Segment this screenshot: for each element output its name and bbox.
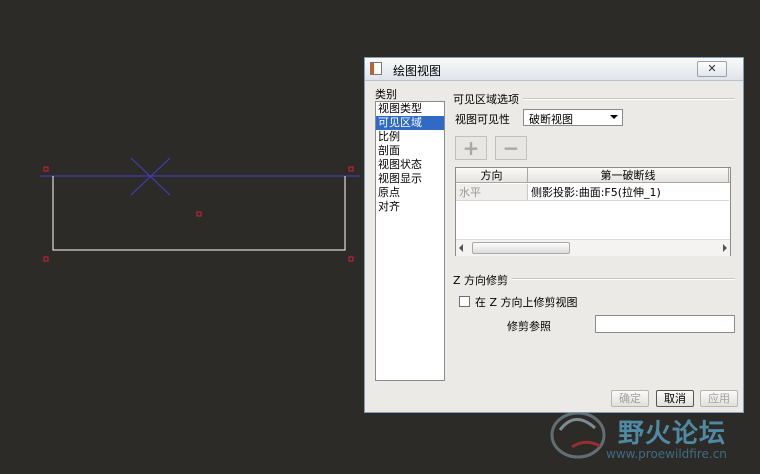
category-list: 视图类型 可见区域 比例 剖面 视图状态 视图显示 原点 对齐 [375, 101, 445, 381]
visibility-value: 破断视图 [529, 113, 573, 126]
app-icon [370, 62, 382, 75]
scroll-thumb[interactable] [472, 242, 570, 254]
handle-bottom-left[interactable] [43, 256, 49, 262]
visible-area-group-title: 可见区域选项 [453, 91, 523, 107]
category-item-alignment[interactable]: 对齐 [376, 200, 444, 214]
visibility-select[interactable]: 破断视图 [523, 109, 623, 126]
scroll-right-icon[interactable] [723, 244, 727, 252]
watermark-text: 野火论坛 [618, 419, 727, 449]
apply-button[interactable]: 应用 [700, 390, 738, 407]
cancel-button[interactable]: 取消 [656, 390, 694, 407]
column-header-direction[interactable]: 方向 [456, 168, 528, 183]
table-cell-first-break[interactable]: 侧影投影:曲面:F5(拉伸_1) [528, 184, 729, 201]
add-break-button[interactable]: + [455, 136, 487, 160]
ok-button[interactable]: 确定 [611, 390, 649, 407]
dropdown-arrow-icon [610, 115, 618, 119]
z-trim-checkbox[interactable] [459, 296, 470, 307]
category-item-origin[interactable]: 原点 [376, 186, 444, 200]
handle-top-right[interactable] [348, 166, 354, 172]
title-bar[interactable]: 绘图视图 ✕ [365, 58, 743, 81]
handle-top-left[interactable] [43, 166, 49, 172]
drawing-view-dialog: 绘图视图 ✕ 类别 视图类型 可见区域 比例 剖面 视图状态 视图显示 原点 对… [364, 57, 744, 413]
column-header-first-break[interactable]: 第一破断线 [528, 168, 729, 183]
view-outline[interactable] [52, 176, 346, 251]
visibility-label: 视图可见性 [455, 113, 510, 126]
horizontal-scrollbar[interactable] [456, 239, 730, 256]
handle-center[interactable] [196, 211, 202, 217]
close-button[interactable]: ✕ [697, 61, 727, 77]
remove-break-button[interactable]: − [495, 136, 527, 160]
column-header-extra [729, 168, 730, 183]
dialog-title: 绘图视图 [393, 64, 442, 78]
trim-reference-label: 修剪参照 [507, 320, 551, 333]
handle-bottom-right[interactable] [348, 256, 354, 262]
table-cell-direction[interactable]: 水平 [456, 184, 528, 201]
trim-reference-input[interactable] [595, 315, 735, 333]
scroll-left-icon[interactable] [459, 244, 463, 252]
category-item-view-state[interactable]: 视图状态 [376, 158, 444, 172]
break-table: 方向 第一破断线 水平 侧影投影:曲面:F5(拉伸_1) [455, 167, 731, 256]
category-item-view-type[interactable]: 视图类型 [376, 102, 444, 116]
category-label: 类别 [375, 88, 397, 101]
z-trim-checkbox-label[interactable]: 在 Z 方向上修剪视图 [475, 294, 578, 310]
z-trim-group-title: Z 方向修剪 [453, 272, 513, 288]
watermark-url: www.proewildfire.cn [606, 447, 727, 461]
category-item-visible-area[interactable]: 可见区域 [376, 116, 444, 130]
watermark-logo [550, 411, 606, 459]
category-item-view-display[interactable]: 视图显示 [376, 172, 444, 186]
category-item-scale[interactable]: 比例 [376, 130, 444, 144]
category-item-section[interactable]: 剖面 [376, 144, 444, 158]
